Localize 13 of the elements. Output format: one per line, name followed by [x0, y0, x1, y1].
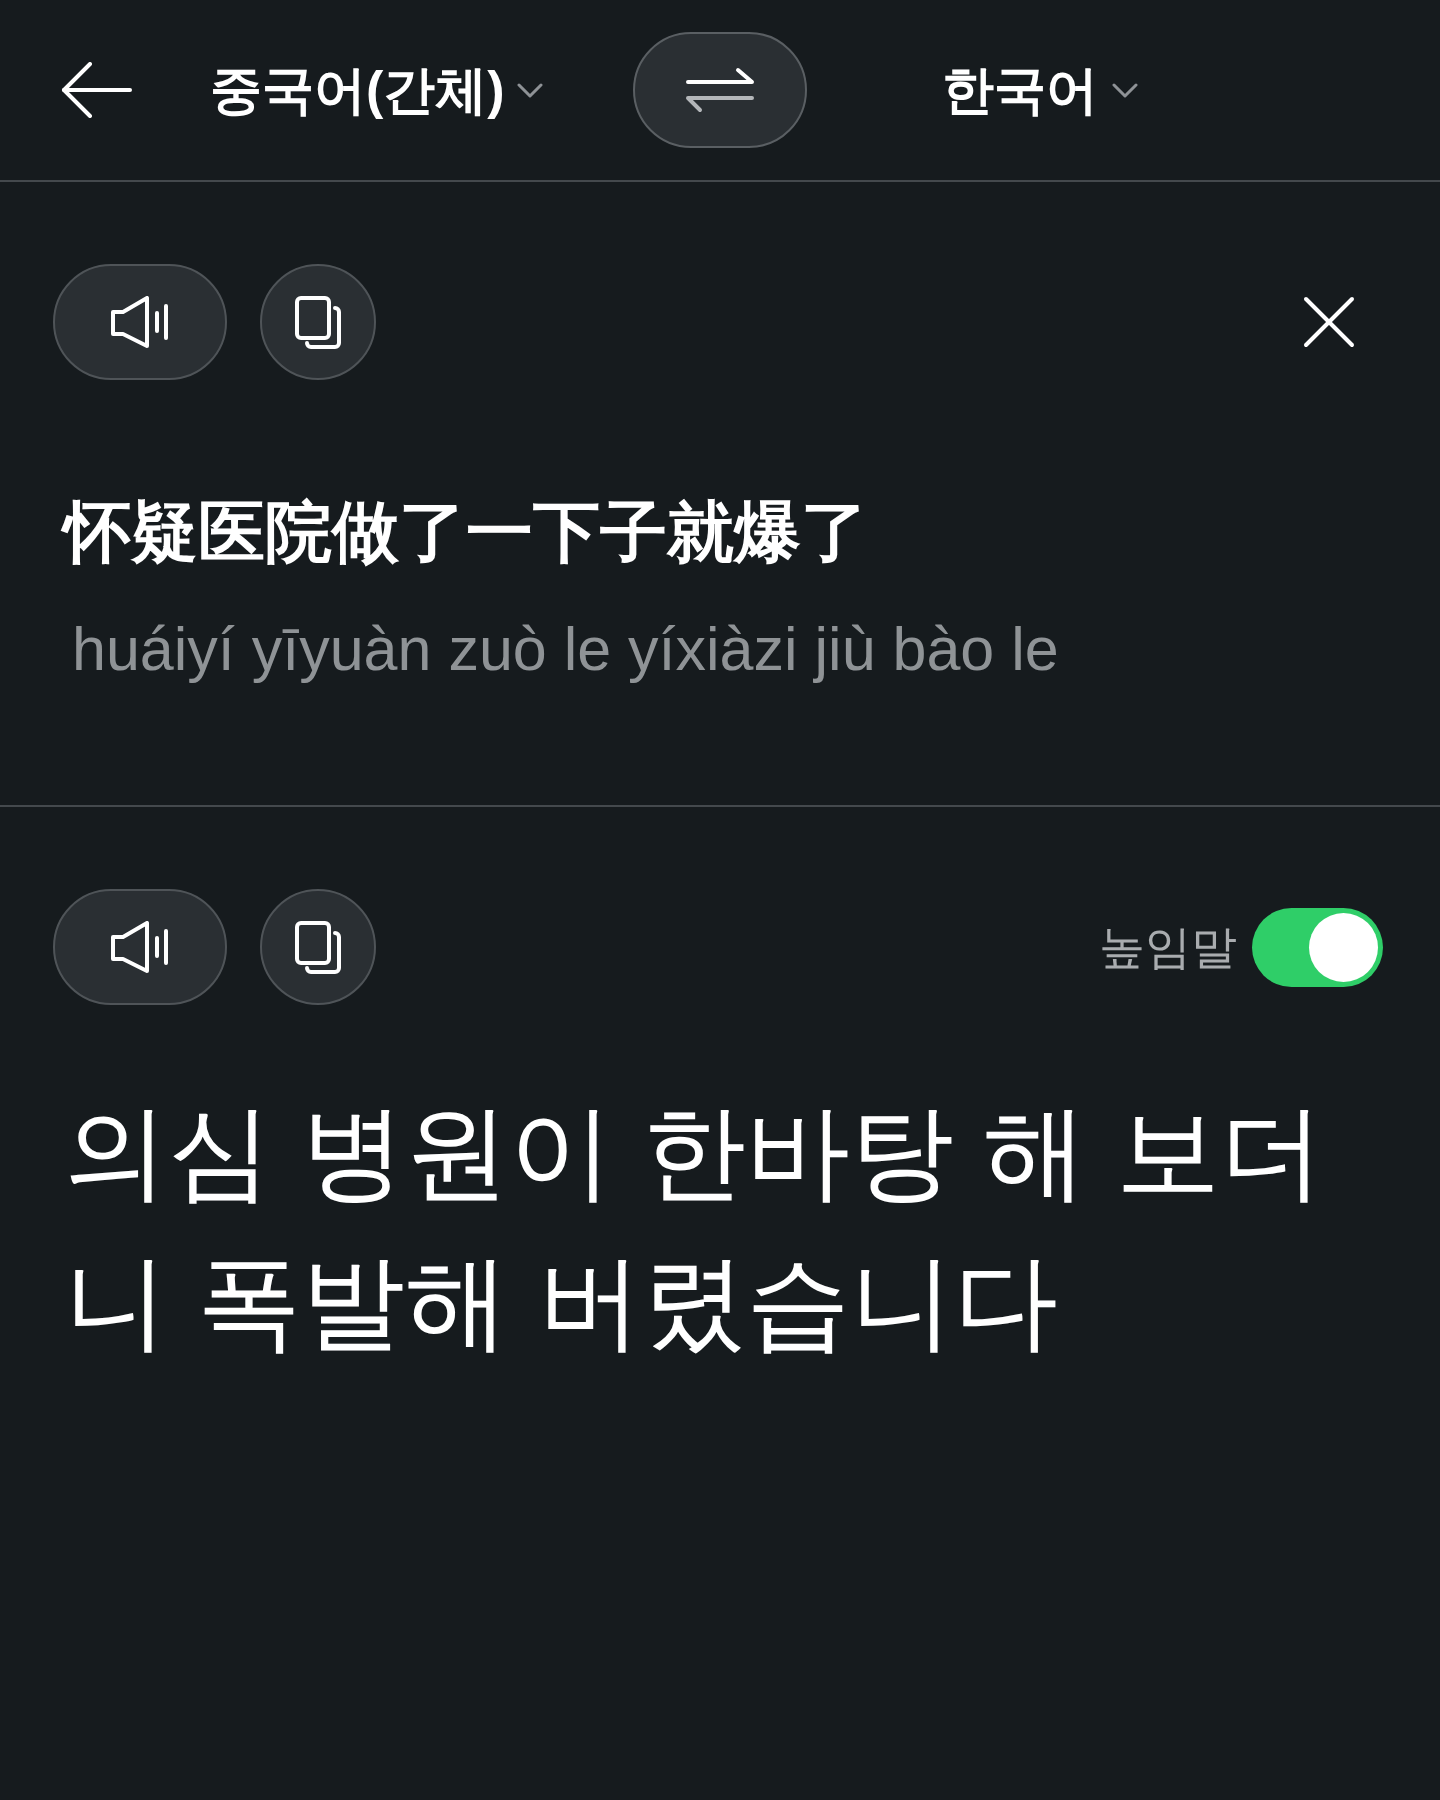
- copy-icon: [295, 920, 341, 974]
- speaker-icon: [111, 296, 169, 348]
- honorific-label: 높임말: [1099, 920, 1237, 975]
- chevron-down-icon: [1112, 82, 1138, 98]
- copy-icon: [295, 295, 341, 349]
- translated-text: 의심 병원이 한바탕 해 보더니 폭발해 버렸습니다: [64, 1093, 1325, 1362]
- target-language-dropdown[interactable]: 한국어: [942, 58, 1138, 122]
- chevron-down-icon: [516, 82, 543, 98]
- pinyin-text: huáiyí yīyuàn zuò le yíxiàzi jiù bào le: [72, 614, 1059, 685]
- speaker-icon: [111, 921, 169, 973]
- toggle-knob-icon: [1309, 912, 1378, 982]
- source-language-dropdown[interactable]: 중국어(간체): [210, 58, 543, 122]
- close-icon: [1303, 296, 1355, 348]
